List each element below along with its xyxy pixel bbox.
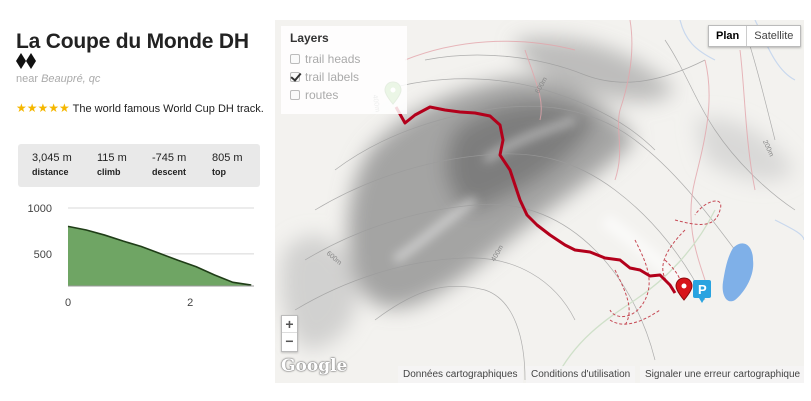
double-black-diamond-icon bbox=[16, 53, 36, 69]
trail-rating-description: ★★★★★ The world famous World Cup DH trac… bbox=[16, 99, 264, 118]
checkbox-checked-icon[interactable] bbox=[290, 72, 300, 82]
layer-trail-heads[interactable]: trail heads bbox=[290, 52, 360, 66]
stat-value: -745 m bbox=[152, 152, 187, 164]
checkbox-icon[interactable] bbox=[290, 90, 300, 100]
terms-of-use-link[interactable]: Conditions d'utilisation bbox=[526, 366, 636, 383]
google-logo[interactable]: Google bbox=[281, 356, 347, 376]
x-tick-label: 2 bbox=[187, 297, 193, 309]
stat-distance: 3,045 m distance bbox=[32, 152, 72, 177]
map-type-control: Plan Satellite bbox=[708, 25, 802, 47]
location-name: Beaupré, qc bbox=[41, 73, 101, 85]
zoom-in-button[interactable]: + bbox=[282, 316, 297, 333]
stat-value: 115 m bbox=[97, 152, 127, 164]
layers-title: Layers bbox=[290, 31, 329, 45]
zoom-control: + − bbox=[281, 315, 298, 352]
layer-routes[interactable]: routes bbox=[290, 88, 338, 102]
location-prefix: near bbox=[16, 73, 39, 85]
y-tick-label: 1000 bbox=[28, 203, 52, 215]
stat-label: climb bbox=[97, 167, 121, 177]
trail-map[interactable]: P 600m 400m 400m 600m 200m Layers trail … bbox=[275, 20, 804, 383]
layer-label: trail heads bbox=[305, 52, 361, 66]
trail-info-panel: La Coupe du Monde DH near Beaupré, qc ★★… bbox=[0, 0, 270, 401]
stat-label: distance bbox=[32, 167, 69, 177]
trail-location: near Beaupré, qc bbox=[16, 73, 100, 85]
map-type-plan-button[interactable]: Plan bbox=[709, 26, 748, 46]
layers-panel: Layers trail heads trail labels routes bbox=[281, 26, 407, 114]
elevation-profile-chart: 1000 500 0 2 bbox=[28, 203, 254, 309]
parking-label: P bbox=[698, 282, 707, 297]
end-marker-icon[interactable] bbox=[675, 277, 693, 301]
stat-top: 805 m top bbox=[212, 152, 243, 177]
lake bbox=[722, 243, 754, 302]
trail-title: La Coupe du Monde DH bbox=[16, 30, 249, 53]
stat-descent: -745 m descent bbox=[152, 152, 186, 177]
trail-stats: 3,045 m distance 115 m climb -745 m desc… bbox=[18, 144, 260, 187]
star-rating: ★★★★★ bbox=[16, 101, 70, 115]
zoom-out-button[interactable]: − bbox=[282, 333, 297, 350]
layer-trail-labels[interactable]: trail labels bbox=[290, 70, 359, 84]
x-tick-label: 0 bbox=[65, 297, 71, 309]
map-type-satellite-button[interactable]: Satellite bbox=[747, 26, 800, 46]
trail-description: The world famous World Cup DH track. bbox=[72, 103, 264, 115]
layer-label: trail labels bbox=[305, 70, 360, 84]
y-tick-label: 500 bbox=[34, 249, 52, 261]
report-map-error-link[interactable]: Signaler une erreur cartographique bbox=[640, 366, 804, 383]
stat-value: 3,045 m bbox=[32, 152, 72, 164]
checkbox-icon[interactable] bbox=[290, 54, 300, 64]
layer-label: routes bbox=[305, 88, 339, 102]
stat-label: descent bbox=[152, 167, 187, 177]
elevation-area bbox=[68, 226, 252, 286]
stat-label: top bbox=[212, 167, 226, 177]
stat-climb: 115 m climb bbox=[97, 152, 127, 177]
stat-value: 805 m bbox=[212, 152, 243, 164]
map-data-link[interactable]: Données cartographiques bbox=[398, 366, 523, 383]
